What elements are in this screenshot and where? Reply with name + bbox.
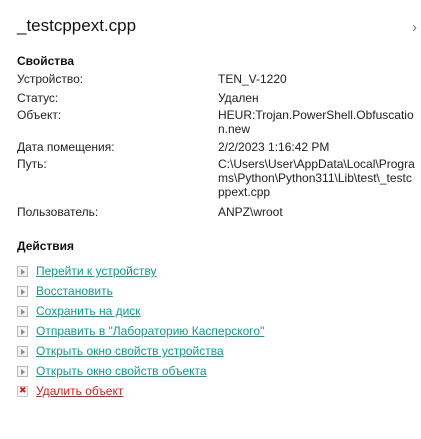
go-to-device-action[interactable]: Перейти к устройству: [17, 263, 157, 279]
delete-x-icon: [17, 385, 28, 397]
device-label: Устройство:: [17, 72, 84, 86]
open-object-properties-link[interactable]: Открыть окно свойств объекта: [36, 364, 207, 378]
path-label: Путь:: [17, 157, 47, 171]
path-value: C:\Users\User\AppData\Local\Programs\Pyt…: [218, 157, 415, 199]
play-arrow-icon: [17, 285, 28, 297]
object-value: HEUR:Trojan.PowerShell.Obfuscation.new: [218, 108, 414, 136]
play-arrow-icon: [17, 365, 28, 377]
play-arrow-icon: [17, 305, 28, 317]
restore-action[interactable]: Восстановить: [17, 283, 113, 299]
date-placed-value: 2/2/2023 1:16:42 PM: [218, 140, 330, 154]
save-to-disk-link[interactable]: Сохранить на диск: [36, 304, 141, 318]
delete-object-action[interactable]: Удалить объект: [17, 383, 123, 399]
open-object-properties-action[interactable]: Открыть окно свойств объекта: [17, 363, 207, 379]
user-label: Пользователь:: [17, 205, 99, 219]
device-value: TEN_V-1220: [218, 72, 287, 86]
restore-link[interactable]: Восстановить: [36, 284, 113, 298]
open-device-properties-link[interactable]: Открыть окно свойств устройства: [36, 344, 224, 358]
actions-section-title: Действия: [17, 239, 75, 253]
go-to-device-link[interactable]: Перейти к устройству: [36, 264, 157, 278]
page-title: _testcppext.cpp: [17, 16, 137, 35]
send-to-kaspersky-lab-link[interactable]: Отправить в "Лабораторию Касперского": [36, 324, 264, 338]
date-placed-label: Дата помещения:: [17, 140, 115, 154]
open-device-properties-action[interactable]: Открыть окно свойств устройства: [17, 343, 224, 359]
save-to-disk-action[interactable]: Сохранить на диск: [17, 303, 141, 319]
status-value: Удален: [218, 91, 259, 105]
play-arrow-icon: [17, 345, 28, 357]
play-arrow-icon: [17, 265, 28, 277]
object-label: Объект:: [17, 108, 62, 122]
properties-section-title: Свойства: [17, 54, 75, 68]
user-value: ANPZ\wroot: [218, 205, 283, 219]
delete-object-link[interactable]: Удалить объект: [36, 384, 123, 398]
chevron-right-icon[interactable]: ›: [412, 19, 417, 36]
send-to-kaspersky-lab-action[interactable]: Отправить в "Лабораторию Касперского": [17, 323, 264, 339]
status-label: Статус:: [17, 91, 59, 105]
play-arrow-icon: [17, 325, 28, 337]
object-properties-panel: _testcppext.cpp › Свойства Устройство: T…: [0, 0, 421, 439]
